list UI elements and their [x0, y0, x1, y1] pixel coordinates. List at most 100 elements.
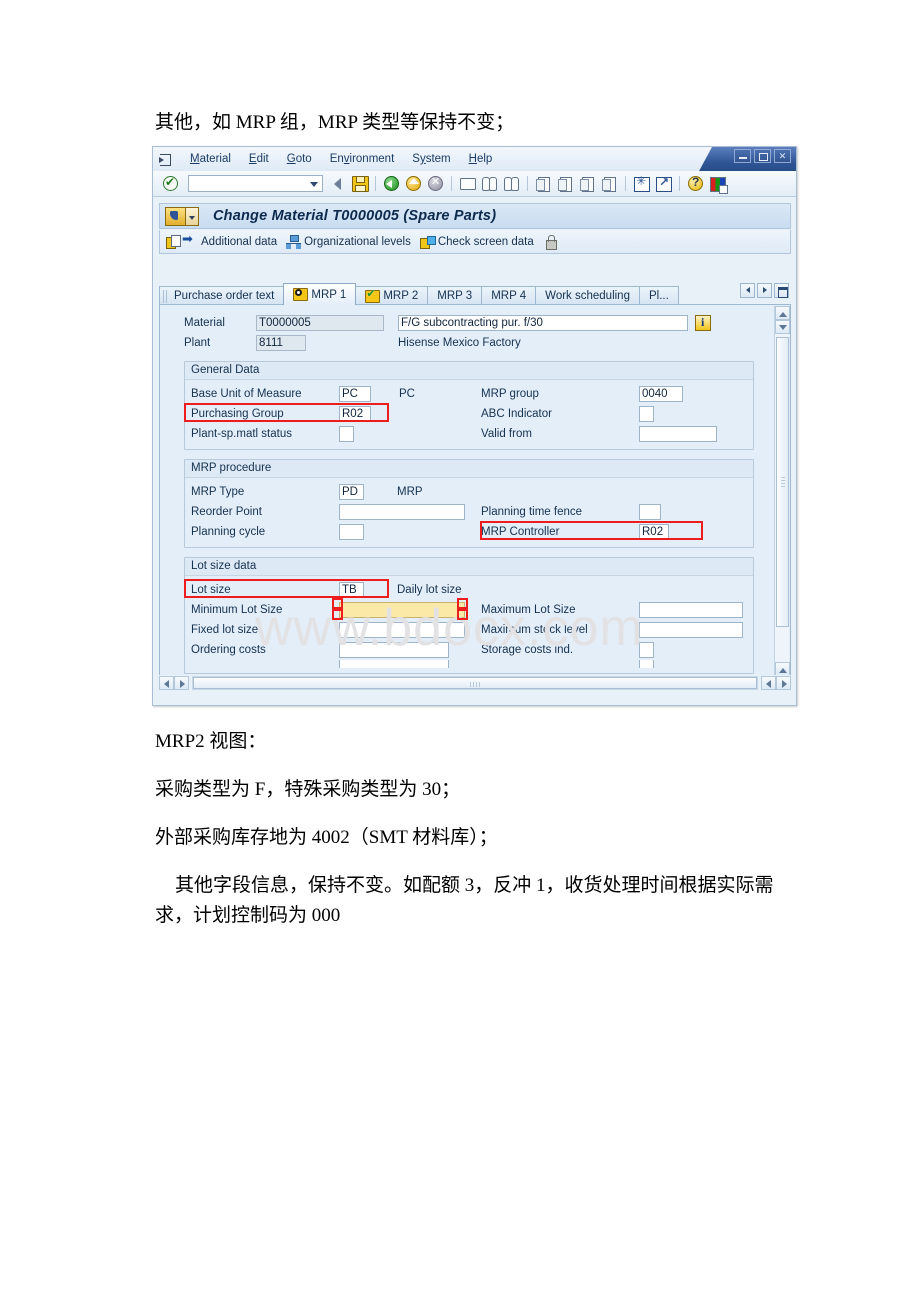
general-data-title: General Data	[185, 362, 753, 380]
previous-page-icon[interactable]	[556, 174, 575, 193]
abc-indicator-field[interactable]	[639, 406, 654, 422]
minimum-lot-size-label: Minimum Lot Size	[191, 604, 283, 616]
tab-purchase-order-text[interactable]: Purchase order text	[159, 286, 285, 305]
menu-item-environment[interactable]: Environment	[321, 151, 404, 167]
plant-sp-status-field[interactable]	[339, 426, 354, 442]
fixed-lot-size-field[interactable]	[339, 622, 465, 638]
scroll-down-button[interactable]	[775, 320, 790, 334]
check-screen-data-icon	[419, 235, 436, 249]
reorder-point-field[interactable]	[339, 504, 465, 520]
lock-button[interactable]	[541, 234, 565, 250]
planning-cycle-label: Planning cycle	[191, 526, 266, 538]
mrp-controller-field[interactable]: R02	[639, 524, 669, 540]
tab-scroll-left-button[interactable]	[740, 283, 755, 298]
base-unit-field[interactable]: PC	[339, 386, 371, 402]
horizontal-scrollbar[interactable]	[159, 675, 791, 691]
next-field-partial[interactable]	[339, 660, 449, 668]
maximum-stock-level-field[interactable]	[639, 622, 743, 638]
check-screen-data-button[interactable]: Check screen data	[418, 234, 541, 250]
scroll-right-button[interactable]	[174, 676, 189, 690]
menu-item-material[interactable]: Material	[181, 151, 240, 167]
tab-mrp-1[interactable]: MRP 1	[283, 283, 357, 305]
back-arrow-icon[interactable]	[328, 174, 347, 193]
paragraph-storage-location: 外部采购库存地为 4002（SMT 材料库）；	[155, 827, 498, 848]
ordering-costs-field[interactable]	[339, 642, 449, 658]
horizontal-scroll-thumb[interactable]	[193, 677, 757, 689]
tab-mrp-3[interactable]: MRP 3	[427, 286, 483, 305]
next-field-partial-right[interactable]	[639, 660, 654, 668]
application-toolbar: Additional data Organizational levels Ch…	[159, 230, 791, 254]
purchasing-group-field[interactable]: R02	[339, 406, 371, 422]
mrp-controller-label: MRP Controller	[481, 526, 560, 538]
check-screen-data-label: Check screen data	[437, 235, 534, 248]
additional-data-button[interactable]: Additional data	[181, 232, 284, 250]
lock-icon	[543, 234, 558, 250]
tab-mrp-4[interactable]: MRP 4	[481, 286, 537, 305]
planning-time-fence-field[interactable]	[639, 504, 661, 520]
plant-field[interactable]: 8111	[256, 334, 306, 351]
valid-from-field[interactable]	[639, 426, 717, 442]
reorder-point-row: Reorder Point Planning time fence	[191, 502, 747, 522]
command-field[interactable]	[188, 175, 323, 192]
tab-plant-data[interactable]: Pl...	[638, 286, 679, 305]
program-menu-chevron-icon[interactable]	[186, 206, 199, 226]
vertical-scroll-thumb[interactable]	[776, 337, 789, 627]
menu-item-edit[interactable]: Edit	[240, 151, 278, 167]
first-page-icon[interactable]	[534, 174, 553, 193]
maximum-lot-size-label: Maximum Lot Size	[481, 604, 576, 616]
print-icon[interactable]	[458, 174, 477, 193]
customize-layout-icon[interactable]	[708, 174, 728, 194]
scroll-right-button-end[interactable]	[776, 676, 791, 690]
material-description-field[interactable]: F/G subcontracting pur. f/30	[398, 314, 688, 331]
mrp1-form: Material T0000005 F/G subcontracting pur…	[160, 305, 768, 675]
scroll-left-button[interactable]	[159, 676, 174, 690]
storage-costs-ind-field[interactable]	[639, 642, 654, 658]
system-menu-icon[interactable]	[159, 153, 174, 166]
menu-item-goto[interactable]: Goto	[278, 151, 321, 167]
last-page-icon[interactable]	[600, 174, 619, 193]
tab-scroll-right-button[interactable]	[757, 283, 772, 298]
maximize-button[interactable]	[754, 149, 771, 163]
menu-item-help[interactable]: Help	[460, 151, 502, 167]
base-unit-label: Base Unit of Measure	[191, 388, 302, 400]
horizontal-scroll-track[interactable]	[192, 676, 758, 690]
ordering-costs-label: Ordering costs	[191, 644, 266, 656]
minimum-lot-size-field[interactable]	[339, 602, 465, 618]
exit-icon[interactable]	[382, 174, 401, 193]
new-session-icon[interactable]	[632, 174, 651, 193]
tab-work-scheduling[interactable]: Work scheduling	[535, 286, 640, 305]
tab-mrp-2[interactable]: MRP 2	[355, 286, 429, 305]
scroll-bottom-button[interactable]	[775, 662, 790, 675]
purchasing-group-label: Purchasing Group	[191, 408, 284, 420]
tab-list-button[interactable]	[774, 283, 789, 298]
minimize-button[interactable]	[734, 149, 751, 163]
chevron-down-icon[interactable]	[310, 182, 318, 187]
help-icon[interactable]	[686, 174, 705, 193]
mrp-group-field[interactable]: 0040	[639, 386, 683, 402]
enter-check-icon[interactable]	[161, 174, 180, 193]
find-icon[interactable]	[480, 174, 499, 193]
plant-row: Plant 8111 Hisense Mexico Factory	[184, 333, 768, 352]
ordering-costs-row: Ordering costs Storage costs ind.	[191, 640, 747, 660]
menu-item-system[interactable]: System	[403, 151, 459, 167]
find-next-icon[interactable]	[502, 174, 521, 193]
create-shortcut-icon[interactable]	[654, 174, 673, 193]
close-button[interactable]: ✕	[774, 149, 791, 163]
scroll-left-button-end[interactable]	[761, 676, 776, 690]
scroll-up-button[interactable]	[775, 306, 790, 320]
partial-next-row	[191, 660, 747, 668]
mrp-type-field[interactable]: PD	[339, 484, 364, 500]
vertical-scrollbar[interactable]	[774, 306, 790, 675]
organizational-levels-button[interactable]: Organizational levels	[284, 234, 418, 250]
tab-label: Pl...	[648, 290, 669, 302]
material-field[interactable]: T0000005	[256, 314, 384, 331]
planning-cycle-field[interactable]	[339, 524, 364, 540]
info-icon[interactable]	[695, 314, 711, 331]
cancel-icon[interactable]	[426, 174, 445, 193]
copy-icon[interactable]	[166, 234, 181, 249]
maximum-lot-size-field[interactable]	[639, 602, 743, 618]
next-page-icon[interactable]	[578, 174, 597, 193]
lot-size-field[interactable]: TB	[339, 582, 364, 598]
save-icon[interactable]	[350, 174, 369, 193]
cancel-home-icon[interactable]	[404, 174, 423, 193]
